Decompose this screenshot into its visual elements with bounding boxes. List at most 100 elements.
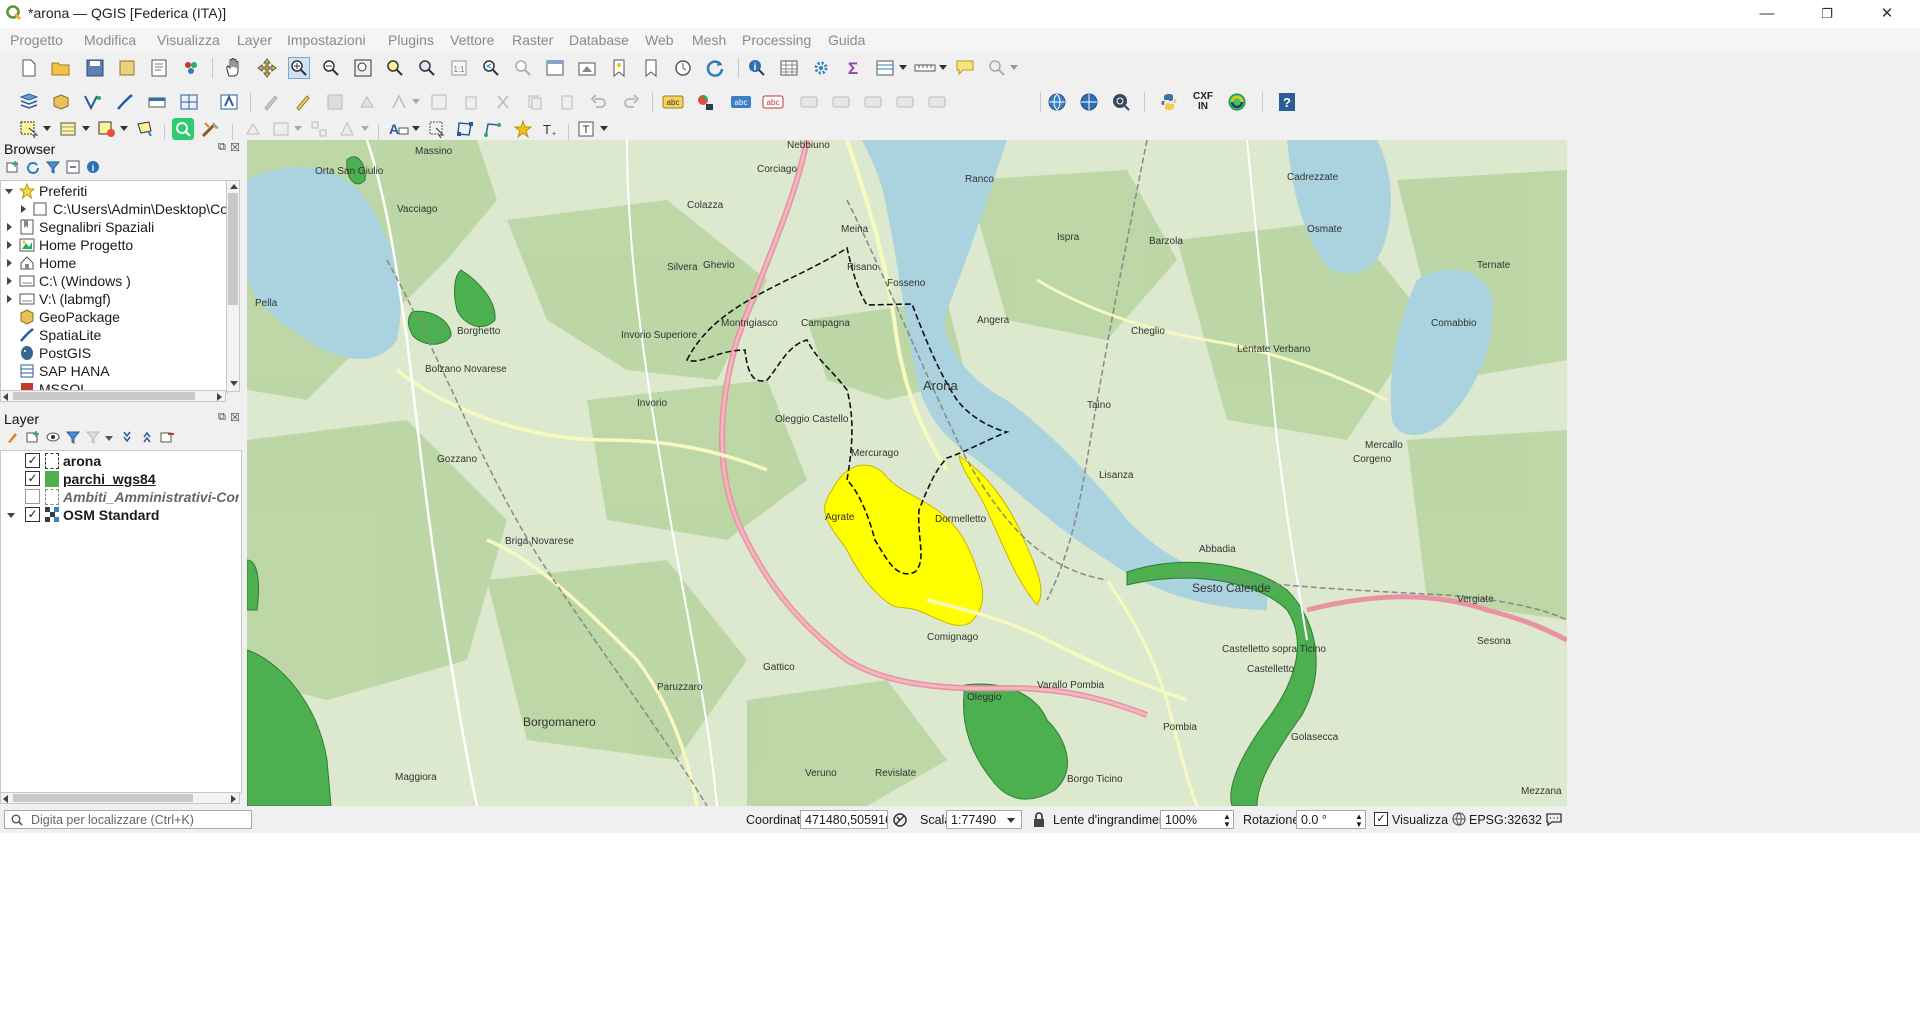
show-bookmarks-icon[interactable] (640, 57, 662, 79)
manage-map-themes-icon[interactable] (46, 430, 60, 444)
processing-toolbox-icon[interactable] (200, 118, 222, 140)
new-bookmark-icon[interactable] (608, 57, 630, 79)
browser-refresh-icon[interactable] (26, 160, 40, 174)
new-project-icon[interactable] (18, 57, 40, 79)
text-format-icon[interactable]: T (576, 118, 598, 140)
new-map-view-icon[interactable] (544, 57, 566, 79)
scroll-down-arrow-icon[interactable] (230, 381, 238, 386)
menu-processing[interactable]: Processing (742, 32, 811, 48)
collapse-all-icon[interactable] (66, 160, 80, 174)
globe-wfs-icon[interactable] (1078, 91, 1100, 113)
map-rendering[interactable]: Arona Dormelletto Sesto Calende Borgoman… (247, 140, 1567, 806)
zoom-full-icon[interactable] (352, 57, 374, 79)
zoom-next-icon[interactable] (512, 57, 534, 79)
new-mesh-layer-icon[interactable] (218, 91, 240, 113)
menu-web[interactable]: Web (645, 32, 674, 48)
add-group-icon[interactable] (26, 430, 40, 444)
properties-info-icon[interactable]: i (86, 160, 100, 174)
browser-item-sap-hana[interactable]: SAP HANA (1, 362, 227, 380)
layer-visibility-checkbox[interactable]: ✓ (25, 507, 40, 522)
style-manager-icon[interactable] (180, 57, 202, 79)
identify-search-icon[interactable] (172, 118, 194, 140)
browser-item-geopackage[interactable]: GeoPackage (1, 308, 227, 326)
deselect-all-icon[interactable] (96, 118, 118, 140)
expand-all-icon[interactable] (120, 430, 134, 444)
field-calculator-icon[interactable] (874, 57, 896, 79)
save-project-icon[interactable] (84, 57, 106, 79)
browser-item-corso-folder[interactable]: C:\Users\Admin\Desktop\Corso (1, 200, 227, 218)
select-features-icon[interactable] (18, 118, 40, 140)
menu-impostazioni[interactable]: Impostazioni (287, 32, 366, 48)
minimize-button[interactable]: — (1744, 0, 1790, 28)
python-console-icon[interactable] (1158, 91, 1180, 113)
menu-visualizza[interactable]: Visualizza (157, 32, 220, 48)
new-3d-map-view-icon[interactable] (576, 57, 598, 79)
data-source-manager-icon[interactable] (18, 91, 40, 113)
save-as-icon[interactable] (116, 57, 138, 79)
map-tips-icon[interactable] (954, 57, 976, 79)
menu-plugins[interactable]: Plugins (388, 32, 434, 48)
browser-item-home-progetto[interactable]: Home Progetto (1, 236, 227, 254)
toggle-extents-icon[interactable] (892, 812, 908, 828)
layer-item-osm-standard[interactable]: ✓ OSM Standard (1, 506, 239, 524)
layer-item-arona[interactable]: ✓ arona (1, 452, 239, 470)
show-hide-labels-icon[interactable]: abc (762, 91, 784, 113)
filter-browser-icon[interactable] (45, 160, 61, 174)
menu-progetto[interactable]: Progetto (10, 32, 63, 48)
sync-plugin-icon[interactable] (1226, 91, 1248, 113)
layer-item-parchi-wgs84[interactable]: ✓ parchi_wgs84 (1, 470, 239, 488)
browser-vertical-scrollbar[interactable] (226, 180, 240, 392)
crs-globe-icon[interactable] (1452, 812, 1466, 826)
browser-horizontal-scrollbar[interactable] (0, 390, 226, 402)
spin-down-icon[interactable]: ▼ (1223, 821, 1231, 829)
statistics-sigma-icon[interactable]: Σ (842, 57, 864, 79)
pan-icon[interactable] (222, 57, 244, 79)
zoom-to-layer-icon[interactable] (416, 57, 438, 79)
settings-gear-icon[interactable] (810, 57, 832, 79)
new-geopackage-layer-icon[interactable] (50, 91, 72, 113)
add-selected-layers-icon[interactable] (6, 160, 20, 174)
layers-horizontal-scrollbar[interactable] (0, 792, 240, 804)
menu-raster[interactable]: Raster (512, 32, 553, 48)
layer-visibility-checkbox[interactable]: ✓ (25, 453, 40, 468)
line-annotation-icon[interactable] (482, 118, 504, 140)
scroll-right-arrow-icon[interactable] (217, 393, 222, 401)
temporal-controller-icon[interactable] (672, 57, 694, 79)
new-shapefile-layer-icon[interactable] (82, 91, 104, 113)
float-panel-icon[interactable]: ⧉ (218, 141, 226, 154)
help-icon[interactable]: ? (1276, 91, 1298, 113)
pin-labels-icon[interactable]: abc (730, 91, 752, 113)
layer-item-ambiti-amministrativi[interactable]: Ambiti_Amministrativi-Comuni (1, 488, 239, 506)
layer-visibility-checkbox[interactable]: ✓ (25, 471, 40, 486)
locator-search-input[interactable]: Digita per localizzare (Ctrl+K) (4, 810, 252, 829)
menu-layer[interactable]: Layer (237, 32, 272, 48)
scrollbar-thumb[interactable] (13, 794, 193, 802)
marker-annotation-icon[interactable] (512, 118, 534, 140)
refresh-icon[interactable] (704, 57, 726, 79)
abc-label-icon[interactable]: abc (662, 91, 684, 113)
select-annotation-icon[interactable] (426, 118, 448, 140)
scroll-left-arrow-icon[interactable] (3, 795, 8, 803)
float-panel-icon[interactable]: ⧉ (218, 411, 226, 424)
magnifier-spinbox[interactable]: 100% ▲ ▼ (1160, 810, 1234, 829)
point-text-annotation-icon[interactable]: T + (540, 118, 562, 140)
browser-item-spatialite[interactable]: SpatiaLite (1, 326, 227, 344)
filter-legend-icon[interactable] (65, 430, 81, 444)
scroll-left-arrow-icon[interactable] (3, 393, 8, 401)
maximize-button[interactable]: ❐ (1804, 0, 1850, 28)
show-layout-icon[interactable] (986, 57, 1008, 79)
menu-guida[interactable]: Guida (828, 32, 865, 48)
menu-database[interactable]: Database (569, 32, 629, 48)
zoom-out-icon[interactable] (320, 57, 342, 79)
map-canvas[interactable]: Arona Dormelletto Sesto Calende Borgoman… (247, 140, 1567, 806)
scroll-right-arrow-icon[interactable] (231, 795, 236, 803)
open-layer-styling-icon[interactable] (6, 430, 20, 444)
render-checkbox[interactable]: ✓ (1374, 812, 1388, 826)
pan-to-selection-icon[interactable] (256, 57, 278, 79)
browser-item-v-drive[interactable]: V:\ (labmgf) (1, 290, 227, 308)
browser-item-preferiti[interactable]: Preferiti (1, 182, 227, 200)
spin-down-icon[interactable]: ▼ (1355, 821, 1363, 829)
menu-vettore[interactable]: Vettore (450, 32, 494, 48)
remove-layer-icon[interactable] (160, 430, 174, 444)
zoom-in-icon[interactable] (288, 57, 310, 79)
